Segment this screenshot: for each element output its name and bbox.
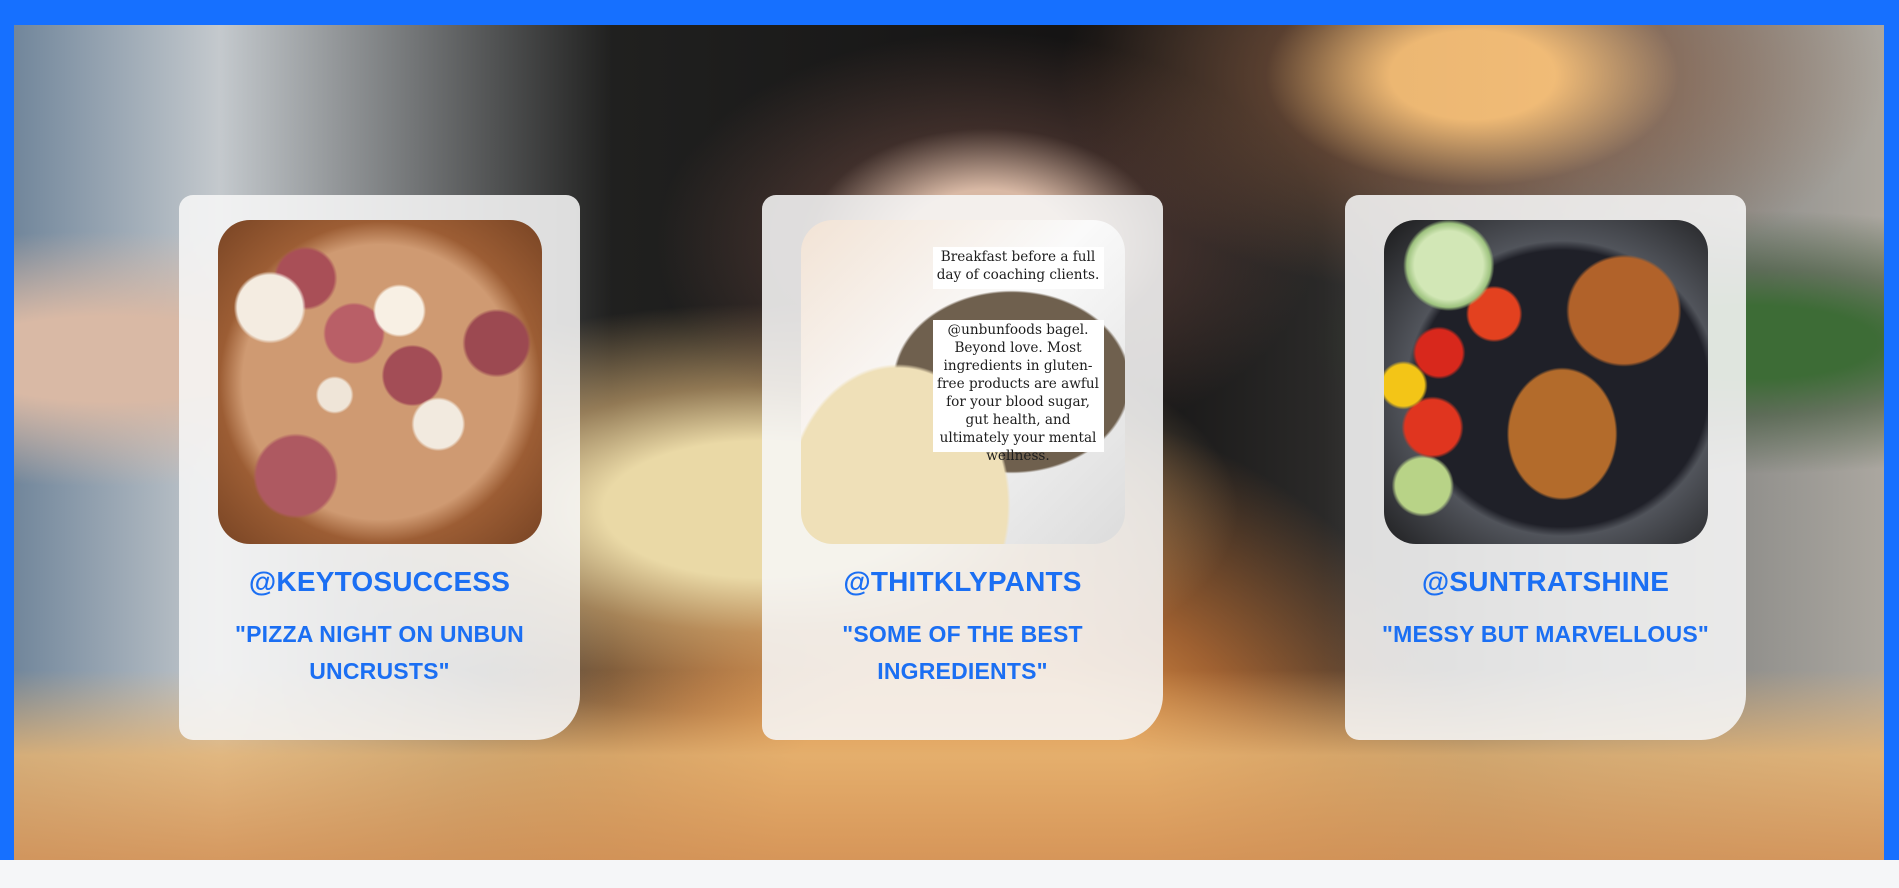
bagel-photo: Breakfast before a full day of coaching …	[800, 220, 1125, 544]
photo-caption: @unbunfoods bagel. Beyond love. Most ing…	[932, 320, 1104, 464]
testimonial-handle: @SUNTRATSHINE	[1421, 566, 1670, 597]
testimonials-section: @KEYTOSUCCESS "PIZZA NIGHT ON UNBUN UNCR…	[0, 0, 1899, 860]
testimonial-card: @KEYTOSUCCESS "PIZZA NIGHT ON UNBUN UNCR…	[179, 195, 580, 740]
salad-photo	[1383, 220, 1708, 544]
testimonial-handle: @THITKLYPANTS	[843, 566, 1082, 597]
photo-caption: Breakfast before a full day of coaching …	[932, 247, 1104, 289]
testimonial-quote: "PIZZA NIGHT ON UNBUN UNCRUSTS"	[235, 621, 524, 684]
testimonial-handle: @KEYTOSUCCESS	[248, 566, 511, 597]
testimonial-card: @SUNTRATSHINE "MESSY BUT MARVELLOUS"	[1345, 195, 1746, 740]
testimonial-quote: "SOME OF THE BEST INGREDIENTS"	[842, 621, 1083, 684]
testimonial-quote: "MESSY BUT MARVELLOUS"	[1382, 621, 1709, 647]
testimonial-cards: @KEYTOSUCCESS "PIZZA NIGHT ON UNBUN UNCR…	[179, 195, 1746, 740]
pizza-photo	[217, 220, 542, 544]
testimonial-card: Breakfast before a full day of coaching …	[762, 195, 1163, 740]
background-hero-image: @KEYTOSUCCESS "PIZZA NIGHT ON UNBUN UNCR…	[14, 25, 1884, 860]
